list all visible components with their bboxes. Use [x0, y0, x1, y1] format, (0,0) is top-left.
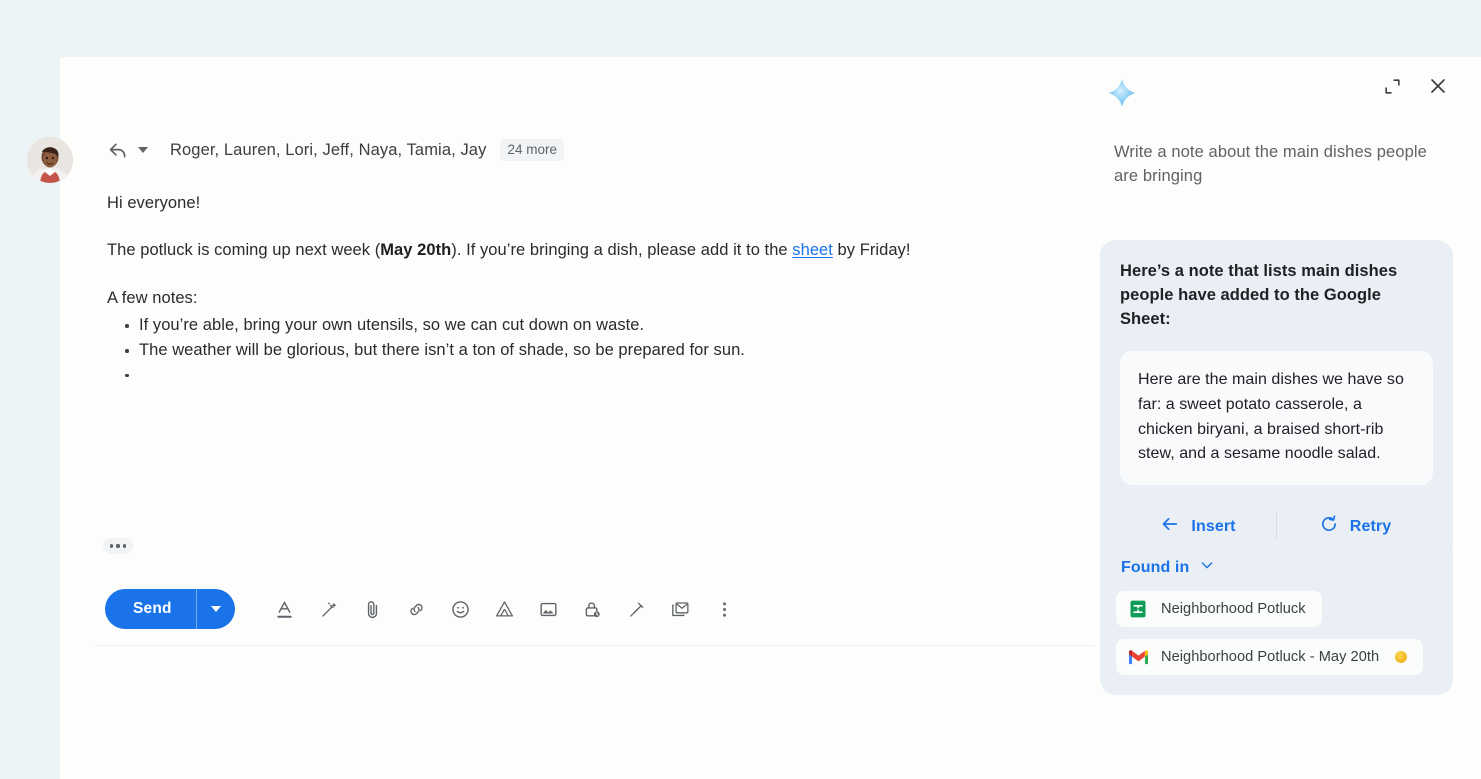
mail-template-icon[interactable]: [659, 587, 703, 631]
chevron-down-icon: [1199, 557, 1215, 578]
reply-options-caret-icon[interactable]: [138, 147, 148, 153]
notes-bullet-list: If you’re able, bring your own utensils,…: [117, 314, 1083, 387]
show-trimmed-content-button[interactable]: [103, 538, 133, 554]
found-in-toggle[interactable]: Found in: [1121, 557, 1437, 578]
list-item: The weather will be glorious, but there …: [117, 339, 1083, 363]
source-chip-gmail[interactable]: Neighborhood Potluck - May 20th: [1116, 639, 1424, 675]
intro-paragraph: The potluck is coming up next week (May …: [107, 239, 1083, 262]
attach-file-icon[interactable]: [351, 587, 395, 631]
formatting-toolbar: [263, 587, 747, 631]
arrow-left-icon: [1160, 514, 1180, 539]
prompt-text: Write a note about the main dishes peopl…: [1114, 143, 1427, 185]
notes-heading: A few notes:: [107, 288, 198, 307]
close-icon[interactable]: [1421, 69, 1455, 103]
para-after-bold: ). If you’re bringing a dish, please add…: [451, 241, 793, 260]
dot: [116, 544, 120, 548]
list-item: [117, 364, 1083, 388]
source-chip-label: Neighborhood Potluck: [1161, 601, 1306, 617]
reply-panel: Roger, Lauren, Lori, Jeff, Naya, Tamia, …: [95, 130, 1095, 648]
dot: [122, 544, 127, 548]
reply-header: Roger, Lauren, Lori, Jeff, Naya, Tamia, …: [95, 130, 1095, 170]
signature-pen-icon[interactable]: [615, 587, 659, 631]
send-button-label: Send: [133, 600, 172, 617]
dot: [109, 544, 114, 548]
compose-toolbar: Send: [105, 585, 747, 633]
retry-button-label: Retry: [1349, 517, 1392, 535]
generated-note-text[interactable]: Here are the main dishes we have so far:…: [1120, 351, 1433, 485]
avatar: [27, 137, 73, 183]
source-chip-sheets[interactable]: Neighborhood Potluck: [1116, 591, 1322, 627]
gmail-icon: [1127, 646, 1149, 668]
insert-emoji-icon[interactable]: [439, 587, 483, 631]
panel-header: [1093, 57, 1463, 119]
found-in-card: Found in Neighborhood Potluck Neighborho…: [1100, 539, 1453, 695]
para-bold-date: May 20th: [380, 241, 452, 260]
refresh-icon: [1319, 514, 1339, 539]
list-item: If you’re able, bring your own utensils,…: [117, 314, 1083, 338]
result-intro-text: Here’s a note that lists main dishes peo…: [1120, 262, 1398, 328]
app-root: Roger, Lauren, Lori, Jeff, Naya, Tamia, …: [0, 0, 1481, 779]
insert-drive-icon[interactable]: [483, 587, 527, 631]
expand-icon[interactable]: [1375, 69, 1409, 103]
recipients-list[interactable]: Roger, Lauren, Lori, Jeff, Naya, Tamia, …: [170, 141, 486, 160]
email-body[interactable]: Hi everyone! The potluck is coming up ne…: [95, 170, 1095, 388]
para-before-bold: The potluck is coming up next week (: [107, 241, 381, 260]
google-sheets-icon: [1127, 598, 1149, 620]
source-chip-label: Neighborhood Potluck - May 20th: [1161, 649, 1380, 665]
compose-bottom-divider: [95, 645, 1095, 646]
insert-link-icon[interactable]: [395, 587, 439, 631]
more-options-icon[interactable]: [703, 587, 747, 631]
gemini-side-panel: Write a note about the main dishes peopl…: [1093, 57, 1463, 757]
format-text-icon[interactable]: [263, 587, 307, 631]
magic-wand-icon[interactable]: [307, 587, 351, 631]
greeting-line: Hi everyone!: [107, 194, 201, 212]
confidential-mode-icon[interactable]: [571, 587, 615, 631]
reply-arrow-icon[interactable]: [107, 139, 129, 161]
gemini-result-card: Here’s a note that lists main dishes peo…: [1100, 240, 1453, 562]
sheet-link[interactable]: sheet: [792, 241, 833, 259]
para-tail: by Friday!: [832, 241, 911, 260]
gemini-sparkle-icon: [1102, 73, 1142, 118]
send-options-button[interactable]: [197, 589, 235, 629]
send-button[interactable]: Send: [105, 589, 235, 629]
insert-photo-icon[interactable]: [527, 587, 571, 631]
more-recipients-chip[interactable]: 24 more: [500, 139, 564, 161]
insert-button-label: Insert: [1191, 517, 1236, 535]
compose-reply-area: Roger, Lauren, Lori, Jeff, Naya, Tamia, …: [0, 130, 1100, 648]
panel-header-actions: [1375, 69, 1455, 103]
sun-emoji-icon: [1395, 651, 1408, 663]
found-in-label: Found in: [1121, 558, 1190, 576]
caret-down-icon: [210, 606, 221, 612]
